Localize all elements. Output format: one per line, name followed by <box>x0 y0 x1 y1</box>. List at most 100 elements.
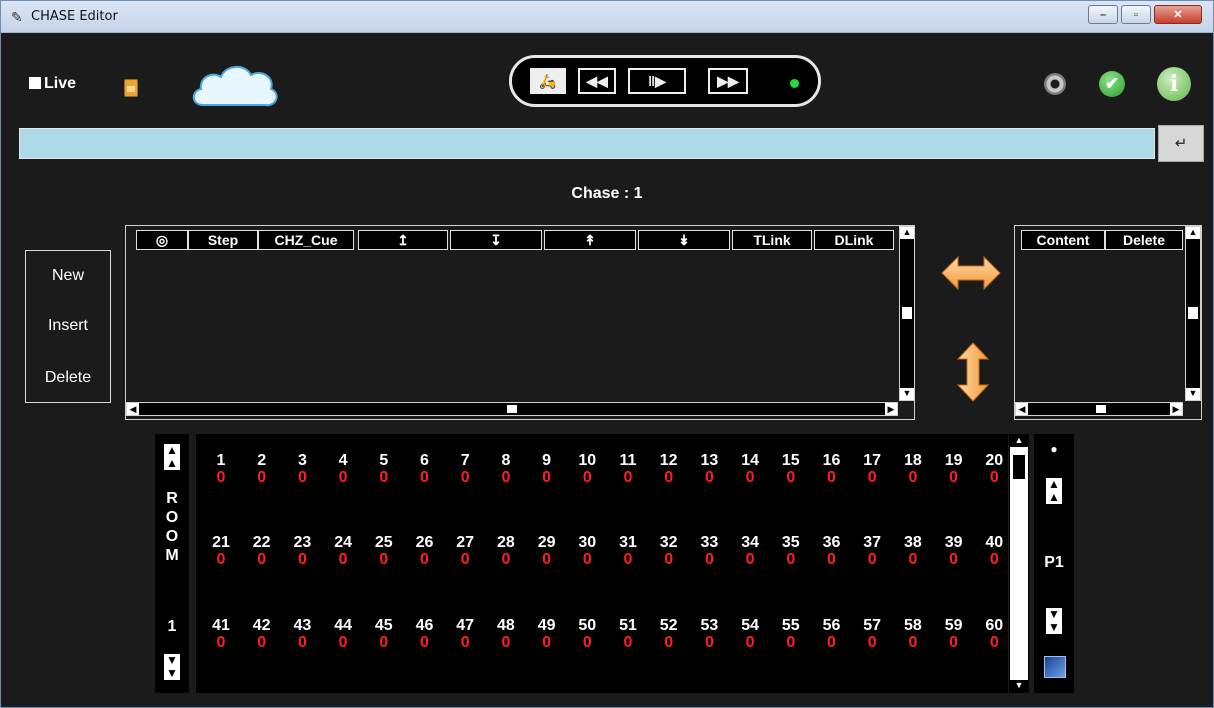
channel-cell[interactable]: 56 0 <box>812 617 852 651</box>
content-vertical-scrollbar[interactable]: ▲ ▼ <box>1185 226 1201 401</box>
channel-cell[interactable]: 12 0 <box>649 452 689 486</box>
room-down-icon[interactable]: ▼ ▼ <box>164 654 180 680</box>
scooter-button[interactable]: 🛵 <box>530 68 566 94</box>
channel-cell[interactable]: 41 0 <box>201 617 241 651</box>
column-header[interactable]: DLink <box>814 230 894 250</box>
channel-cell[interactable]: 21 0 <box>201 534 241 568</box>
column-header[interactable]: TLink <box>732 230 812 250</box>
channel-cell[interactable]: 38 0 <box>893 534 933 568</box>
channel-cell[interactable]: 35 0 <box>771 534 811 568</box>
channel-cell[interactable]: 13 0 <box>689 452 729 486</box>
new-button[interactable]: New <box>26 267 110 285</box>
gear-icon[interactable] <box>1044 73 1066 95</box>
scroll-thumb[interactable] <box>1096 405 1106 413</box>
sim-card-icon[interactable] <box>124 79 138 97</box>
scroll-right-icon[interactable]: ▶ <box>885 403 897 415</box>
insert-button[interactable]: Insert <box>26 317 110 335</box>
scroll-right-icon[interactable]: ▶ <box>1170 403 1182 415</box>
channel-cell[interactable]: 46 0 <box>405 617 445 651</box>
scroll-thumb[interactable] <box>1188 307 1198 319</box>
channel-cell[interactable]: 53 0 <box>689 617 729 651</box>
cloud-icon[interactable] <box>189 61 281 111</box>
channel-cell[interactable]: 43 0 <box>282 617 322 651</box>
delete-button[interactable]: Delete <box>26 369 110 387</box>
channel-cell[interactable]: 90 <box>527 452 567 486</box>
channel-cell[interactable]: 47 0 <box>445 617 485 651</box>
channel-cell[interactable]: 70 <box>445 452 485 486</box>
channel-cell[interactable]: 14 0 <box>730 452 770 486</box>
channel-cell[interactable]: 51 0 <box>608 617 648 651</box>
channel-scrollbar[interactable]: ▲ ▼ <box>1009 434 1029 693</box>
scroll-thumb[interactable] <box>902 307 912 319</box>
channel-cell[interactable]: 19 0 <box>934 452 974 486</box>
channel-cell[interactable]: 42 0 <box>242 617 282 651</box>
channel-cell[interactable]: 59 0 <box>934 617 974 651</box>
channel-cell[interactable]: 80 <box>486 452 526 486</box>
swap-horizontal-icon[interactable] <box>940 255 1002 291</box>
scroll-down-icon[interactable]: ▼ <box>1010 680 1028 692</box>
channel-cell[interactable]: 50 <box>364 452 404 486</box>
steps-vertical-scrollbar[interactable]: ▲ ▼ <box>899 226 915 401</box>
channel-cell[interactable]: 36 0 <box>812 534 852 568</box>
channel-cell[interactable]: 31 0 <box>608 534 648 568</box>
scroll-up-icon[interactable]: ▲ <box>900 227 914 239</box>
page-up-icon[interactable]: ▲ ▲ <box>1046 478 1062 504</box>
scroll-thumb[interactable] <box>507 405 517 413</box>
swap-vertical-icon[interactable] <box>956 341 990 403</box>
channel-cell[interactable]: 57 0 <box>852 617 892 651</box>
picture-icon[interactable] <box>1044 656 1066 678</box>
column-header[interactable]: Step <box>188 230 258 250</box>
scroll-up-icon[interactable]: ▲ <box>1010 435 1028 447</box>
channel-cell[interactable]: 45 0 <box>364 617 404 651</box>
channel-cell[interactable]: 18 0 <box>893 452 933 486</box>
channel-cell[interactable]: 60 <box>405 452 445 486</box>
scroll-down-icon[interactable]: ▼ <box>1186 388 1200 400</box>
scroll-thumb[interactable] <box>1013 455 1025 479</box>
scroll-left-icon[interactable]: ◀ <box>1016 403 1028 415</box>
maximize-button[interactable]: ▫ <box>1121 5 1151 24</box>
channel-cell[interactable]: 49 0 <box>527 617 567 651</box>
column-header[interactable]: ◎ <box>136 230 188 250</box>
column-header[interactable]: ↧ <box>450 230 542 250</box>
column-header[interactable]: ↟ <box>544 230 636 250</box>
channel-cell[interactable]: 16 0 <box>812 452 852 486</box>
command-input[interactable] <box>19 128 1155 159</box>
channel-cell[interactable]: 44 0 <box>323 617 363 651</box>
enter-button[interactable]: ↵ <box>1158 125 1204 162</box>
channel-cell[interactable]: 30 <box>282 452 322 486</box>
minimize-button[interactable]: – <box>1088 5 1118 24</box>
scroll-up-icon[interactable]: ▲ <box>1186 227 1200 239</box>
channel-cell[interactable]: 27 0 <box>445 534 485 568</box>
channel-cell[interactable]: 39 0 <box>934 534 974 568</box>
channel-cell[interactable]: 28 0 <box>486 534 526 568</box>
column-header[interactable]: Content <box>1021 230 1105 250</box>
play-pause-button[interactable]: ‖▶ <box>628 68 686 94</box>
scroll-down-icon[interactable]: ▼ <box>900 388 914 400</box>
channel-cell[interactable]: 32 0 <box>649 534 689 568</box>
channel-cell[interactable]: 52 0 <box>649 617 689 651</box>
column-header[interactable]: Delete <box>1105 230 1183 250</box>
room-up-icon[interactable]: ▲ ▲ <box>164 444 180 470</box>
channel-cell[interactable]: 10 <box>201 452 241 486</box>
channel-cell[interactable]: 17 0 <box>852 452 892 486</box>
column-header[interactable]: ↥ <box>358 230 448 250</box>
column-header[interactable]: CHZ_Cue <box>258 230 354 250</box>
live-checkbox[interactable]: Live <box>29 75 76 93</box>
rewind-button[interactable]: ◀◀ <box>578 68 616 94</box>
scroll-left-icon[interactable]: ◀ <box>127 403 139 415</box>
channel-cell[interactable]: 58 0 <box>893 617 933 651</box>
channel-cell[interactable]: 40 <box>323 452 363 486</box>
channel-cell[interactable]: 55 0 <box>771 617 811 651</box>
channel-cell[interactable]: 23 0 <box>282 534 322 568</box>
column-header[interactable]: ↡ <box>638 230 730 250</box>
channel-cell[interactable]: 48 0 <box>486 617 526 651</box>
close-button[interactable]: ✕ <box>1154 5 1202 24</box>
channel-cell[interactable]: 25 0 <box>364 534 404 568</box>
page-down-icon[interactable]: ▼ ▼ <box>1046 608 1062 634</box>
channel-cell[interactable]: 30 0 <box>567 534 607 568</box>
channel-cell[interactable]: 29 0 <box>527 534 567 568</box>
fast-forward-button[interactable]: ▶▶ <box>708 68 748 94</box>
channel-cell[interactable]: 26 0 <box>405 534 445 568</box>
channel-cell[interactable]: 10 0 <box>567 452 607 486</box>
steps-horizontal-scrollbar[interactable]: ◀ ▶ <box>126 402 898 416</box>
